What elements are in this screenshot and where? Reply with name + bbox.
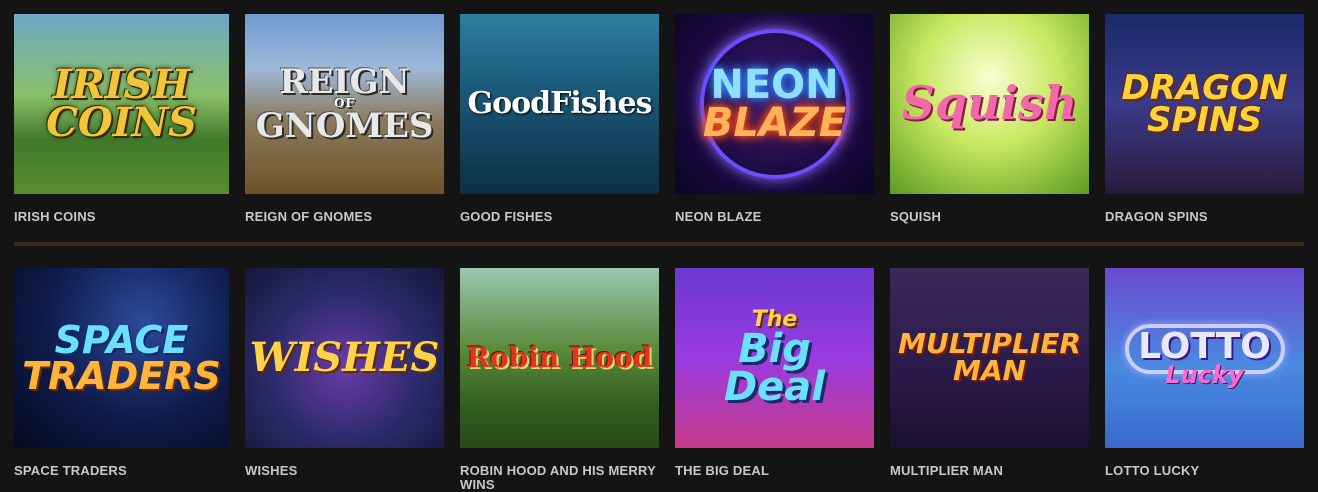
game-logo: MULTIPLIER MAN [898,330,1081,387]
logo-line: Lucky [1165,360,1244,389]
game-tile-robin-hood[interactable]: Robin Hood ROBIN HOOD AND HIS MERRY WINS [460,268,659,492]
game-title[interactable]: THE BIG DEAL [675,464,874,478]
game-logo: The Big Deal [723,308,826,411]
game-tile-good-fishes[interactable]: GoodFishes GOOD FISHES [460,14,659,224]
logo-line: TRADERS [22,354,221,398]
game-thumbnail[interactable]: IRISH COINS [14,14,229,194]
game-thumbnail[interactable]: GoodFishes [460,14,659,194]
logo-line: Squish [901,76,1078,131]
game-title[interactable]: GOOD FISHES [460,210,659,224]
logo-line: SPINS [1146,100,1262,140]
game-thumbnail[interactable]: The Big Deal [675,268,874,448]
game-thumbnail[interactable]: Robin Hood [460,268,659,448]
logo-line: REIGN [279,62,410,102]
logo-line: SPACE [54,317,189,362]
game-logo: GoodFishes [467,85,653,121]
row-divider [14,242,1304,246]
game-logo: SPACE TRADERS [22,317,221,398]
game-title[interactable]: MULTIPLIER MAN [890,464,1089,478]
game-grid: IRISH COINS IRISH COINS REIGN OF GNOMES … [0,0,1318,492]
logo-line: GoodFishes [467,85,653,121]
logo-line: Big [738,326,811,373]
game-logo: WISHES [249,334,440,381]
game-title[interactable]: SQUISH [890,210,1089,224]
game-logo: Robin Hood [466,340,653,374]
logo-line: Deal [723,364,826,411]
game-tile-the-big-deal[interactable]: The Big Deal THE BIG DEAL [675,268,874,478]
game-title[interactable]: REIGN OF GNOMES [245,210,444,224]
game-title[interactable]: SPACE TRADERS [14,464,229,478]
logo-line: MAN [953,354,1026,387]
game-thumbnail[interactable]: DRAGON SPINS [1105,14,1304,194]
logo-line: GNOMES [255,105,434,146]
game-title[interactable]: DRAGON SPINS [1105,210,1304,224]
logo-line: LOTTO [1138,325,1271,367]
game-tile-wishes[interactable]: WISHES WISHES [245,268,444,478]
game-logo: REIGN OF GNOMES [255,62,434,146]
game-thumbnail[interactable]: Squish [890,14,1089,194]
game-tile-squish[interactable]: Squish SQUISH [890,14,1089,224]
game-logo: DRAGON SPINS [1122,71,1288,140]
game-logo: LOTTO Lucky [1138,325,1271,389]
game-logo: IRISH COINS [46,65,197,146]
logo-line: COINS [46,99,197,146]
logo-line: BLAZE [702,100,847,146]
game-thumbnail[interactable]: MULTIPLIER MAN [890,268,1089,448]
game-tile-irish-coins[interactable]: IRISH COINS IRISH COINS [14,14,229,224]
game-row-1: IRISH COINS IRISH COINS REIGN OF GNOMES … [0,14,1318,224]
game-tile-multiplier-man[interactable]: MULTIPLIER MAN MULTIPLIER MAN [890,268,1089,478]
game-title[interactable]: LOTTO LUCKY [1105,464,1304,478]
game-logo: NEON BLAZE [702,62,847,146]
game-tile-dragon-spins[interactable]: DRAGON SPINS DRAGON SPINS [1105,14,1304,224]
game-tile-space-traders[interactable]: SPACE TRADERS SPACE TRADERS [14,268,229,478]
game-tile-reign-of-gnomes[interactable]: REIGN OF GNOMES REIGN OF GNOMES [245,14,444,224]
game-thumbnail[interactable]: NEON BLAZE [675,14,874,194]
game-title[interactable]: NEON BLAZE [675,210,874,224]
game-tile-neon-blaze[interactable]: NEON BLAZE NEON BLAZE [675,14,874,224]
game-thumbnail[interactable]: REIGN OF GNOMES [245,14,444,194]
game-logo: Squish [901,76,1078,131]
logo-line: NEON [710,62,839,108]
game-title[interactable]: WISHES [245,464,444,478]
game-row-2: SPACE TRADERS SPACE TRADERS WISHES WISHE… [0,268,1318,492]
game-thumbnail[interactable]: WISHES [245,268,444,448]
game-title[interactable]: IRISH COINS [14,210,229,224]
game-thumbnail[interactable]: SPACE TRADERS [14,268,229,448]
game-title[interactable]: ROBIN HOOD AND HIS MERRY WINS [460,464,659,492]
game-tile-lotto-lucky[interactable]: LOTTO Lucky LOTTO LUCKY [1105,268,1304,478]
game-thumbnail[interactable]: LOTTO Lucky [1105,268,1304,448]
logo-line: Robin Hood [466,340,653,374]
logo-line: WISHES [249,334,440,381]
